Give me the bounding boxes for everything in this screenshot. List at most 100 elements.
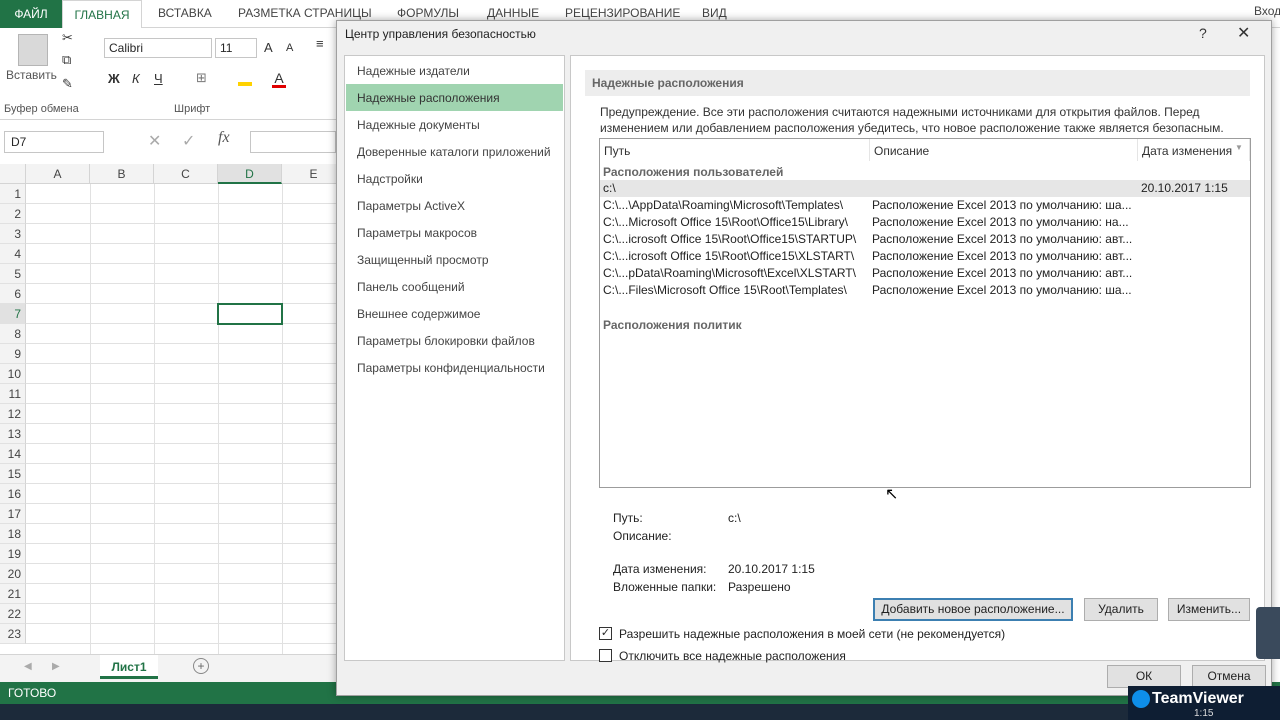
column-date[interactable]: Дата изменения (1138, 139, 1250, 161)
group-user-locations: Расположения пользователей (603, 165, 784, 179)
nav-item[interactable]: Защищенный просмотр (346, 246, 563, 273)
row-header[interactable]: 20 (0, 564, 26, 584)
tab-home[interactable]: ГЛАВНАЯ (62, 0, 142, 29)
paste-icon[interactable] (18, 34, 48, 66)
row-header[interactable]: 18 (0, 524, 26, 544)
row-header[interactable]: 5 (0, 264, 26, 284)
tab-data[interactable]: ДАННЫЕ (487, 6, 539, 20)
sign-in-link[interactable]: Вход (1254, 4, 1280, 18)
font-color-icon[interactable]: A (272, 70, 286, 88)
nav-item[interactable]: Надежные издатели (346, 57, 563, 84)
column-header[interactable]: D (218, 164, 282, 184)
nav-item[interactable]: Надежные расположения (346, 84, 563, 111)
scroll-right-icon[interactable]: ▶ (52, 661, 60, 672)
grid-line (26, 243, 336, 244)
font-size-select[interactable]: 11 (215, 38, 257, 58)
nav-item[interactable]: Внешнее содержимое (346, 300, 563, 327)
location-row[interactable]: C:\...icrosoft Office 15\Root\Office15\X… (600, 248, 1250, 265)
row-header[interactable]: 6 (0, 284, 26, 304)
row-header[interactable]: 4 (0, 244, 26, 264)
row-header[interactable]: 3 (0, 224, 26, 244)
underline-button[interactable]: Ч (154, 71, 163, 86)
trusted-locations-list[interactable]: Путь Описание Дата изменения ▼ Расположе… (599, 138, 1251, 488)
copy-icon[interactable]: ⧉ (62, 52, 71, 68)
column-description[interactable]: Описание (870, 139, 1138, 161)
tab-formulas[interactable]: ФОРМУЛЫ (397, 6, 459, 20)
select-all-corner[interactable] (0, 164, 26, 184)
nav-item[interactable]: Параметры макросов (346, 219, 563, 246)
name-box[interactable]: D7 (4, 131, 104, 153)
align-icon[interactable]: ≡ (316, 36, 324, 51)
row-header[interactable]: 13 (0, 424, 26, 444)
format-painter-icon[interactable]: ✎ (62, 76, 73, 92)
tab-page-layout[interactable]: РАЗМЕТКА СТРАНИЦЫ (238, 6, 372, 20)
modify-button[interactable]: Изменить... (1168, 598, 1250, 621)
cut-icon[interactable]: ✂ (62, 30, 73, 46)
row-header[interactable]: 14 (0, 444, 26, 464)
location-row[interactable]: C:\...pData\Roaming\Microsoft\Excel\XLST… (600, 265, 1250, 282)
sheet-tab[interactable]: Лист1 (100, 655, 158, 679)
column-header[interactable]: A (26, 164, 90, 184)
close-button[interactable]: ✕ (1237, 23, 1250, 43)
disable-all-label[interactable]: Отключить все надежные расположения (619, 649, 846, 663)
borders-icon[interactable]: ⊞ (196, 70, 207, 86)
tab-review[interactable]: РЕЦЕНЗИРОВАНИЕ (565, 6, 680, 20)
cancel-formula-icon[interactable]: ✕ (148, 131, 161, 151)
location-row[interactable]: C:\...Files\Microsoft Office 15\Root\Tem… (600, 282, 1250, 299)
nav-item[interactable]: Панель сообщений (346, 273, 563, 300)
column-path[interactable]: Путь (600, 139, 870, 161)
nav-item[interactable]: Параметры блокировки файлов (346, 327, 563, 354)
nav-item[interactable]: Параметры ActiveX (346, 192, 563, 219)
increase-font-icon[interactable]: A (264, 40, 273, 55)
disable-all-checkbox[interactable] (599, 649, 612, 662)
allow-network-checkbox[interactable]: ✓ (599, 627, 612, 640)
column-header[interactable]: B (90, 164, 154, 184)
row-header[interactable]: 1 (0, 184, 26, 204)
font-name-select[interactable]: Calibri (104, 38, 212, 58)
enter-formula-icon[interactable]: ✓ (182, 131, 195, 151)
paste-button-label[interactable]: Вставить (6, 68, 57, 82)
allow-network-label[interactable]: Разрешить надежные расположения в моей с… (619, 627, 1005, 641)
location-row[interactable]: C:\...icrosoft Office 15\Root\Office15\S… (600, 231, 1250, 248)
add-location-button[interactable]: Добавить новое расположение... (873, 598, 1073, 621)
fill-color-icon[interactable] (238, 72, 252, 86)
row-header[interactable]: 11 (0, 384, 26, 404)
tab-insert[interactable]: ВСТАВКА (158, 6, 212, 20)
function-icon[interactable]: fx (218, 129, 230, 147)
row-header[interactable]: 21 (0, 584, 26, 604)
row-header[interactable]: 8 (0, 324, 26, 344)
cancel-button[interactable]: Отмена (1192, 665, 1266, 688)
row-header[interactable]: 15 (0, 464, 26, 484)
row-header[interactable]: 17 (0, 504, 26, 524)
location-row[interactable]: c:\ 20.10.2017 1:15 (600, 180, 1250, 197)
row-header[interactable]: 16 (0, 484, 26, 504)
row-header[interactable]: 7 (0, 304, 26, 324)
nav-item[interactable]: Параметры конфиденциальности (346, 354, 563, 381)
row-header[interactable]: 19 (0, 544, 26, 564)
row-header[interactable]: 9 (0, 344, 26, 364)
formula-input[interactable] (250, 131, 336, 153)
row-header[interactable]: 2 (0, 204, 26, 224)
location-row[interactable]: C:\...\AppData\Roaming\Microsoft\Templat… (600, 197, 1250, 214)
column-header[interactable]: C (154, 164, 218, 184)
decrease-font-icon[interactable]: A (286, 42, 293, 54)
tab-view[interactable]: ВИД (702, 6, 727, 20)
row-header[interactable]: 10 (0, 364, 26, 384)
remove-button[interactable]: Удалить (1084, 598, 1158, 621)
nav-item[interactable]: Доверенные каталоги приложений (346, 138, 563, 165)
active-cell-d7[interactable] (217, 303, 283, 325)
side-panel-tab[interactable] (1256, 607, 1280, 659)
row-header[interactable]: 12 (0, 404, 26, 424)
location-row[interactable]: C:\...Microsoft Office 15\Root\Office15\… (600, 214, 1250, 231)
help-button[interactable]: ? (1199, 25, 1207, 41)
nav-item[interactable]: Надежные документы (346, 111, 563, 138)
row-header[interactable]: 22 (0, 604, 26, 624)
scroll-left-icon[interactable]: ◀ (24, 661, 32, 672)
tab-file[interactable]: ФАЙЛ (0, 0, 62, 28)
row-header[interactable]: 23 (0, 624, 26, 644)
nav-item[interactable]: Надстройки (346, 165, 563, 192)
bold-button[interactable]: Ж (108, 71, 120, 86)
italic-button[interactable]: К (132, 71, 140, 86)
add-sheet-button[interactable]: + (193, 658, 209, 674)
ok-button[interactable]: ОК (1107, 665, 1181, 688)
